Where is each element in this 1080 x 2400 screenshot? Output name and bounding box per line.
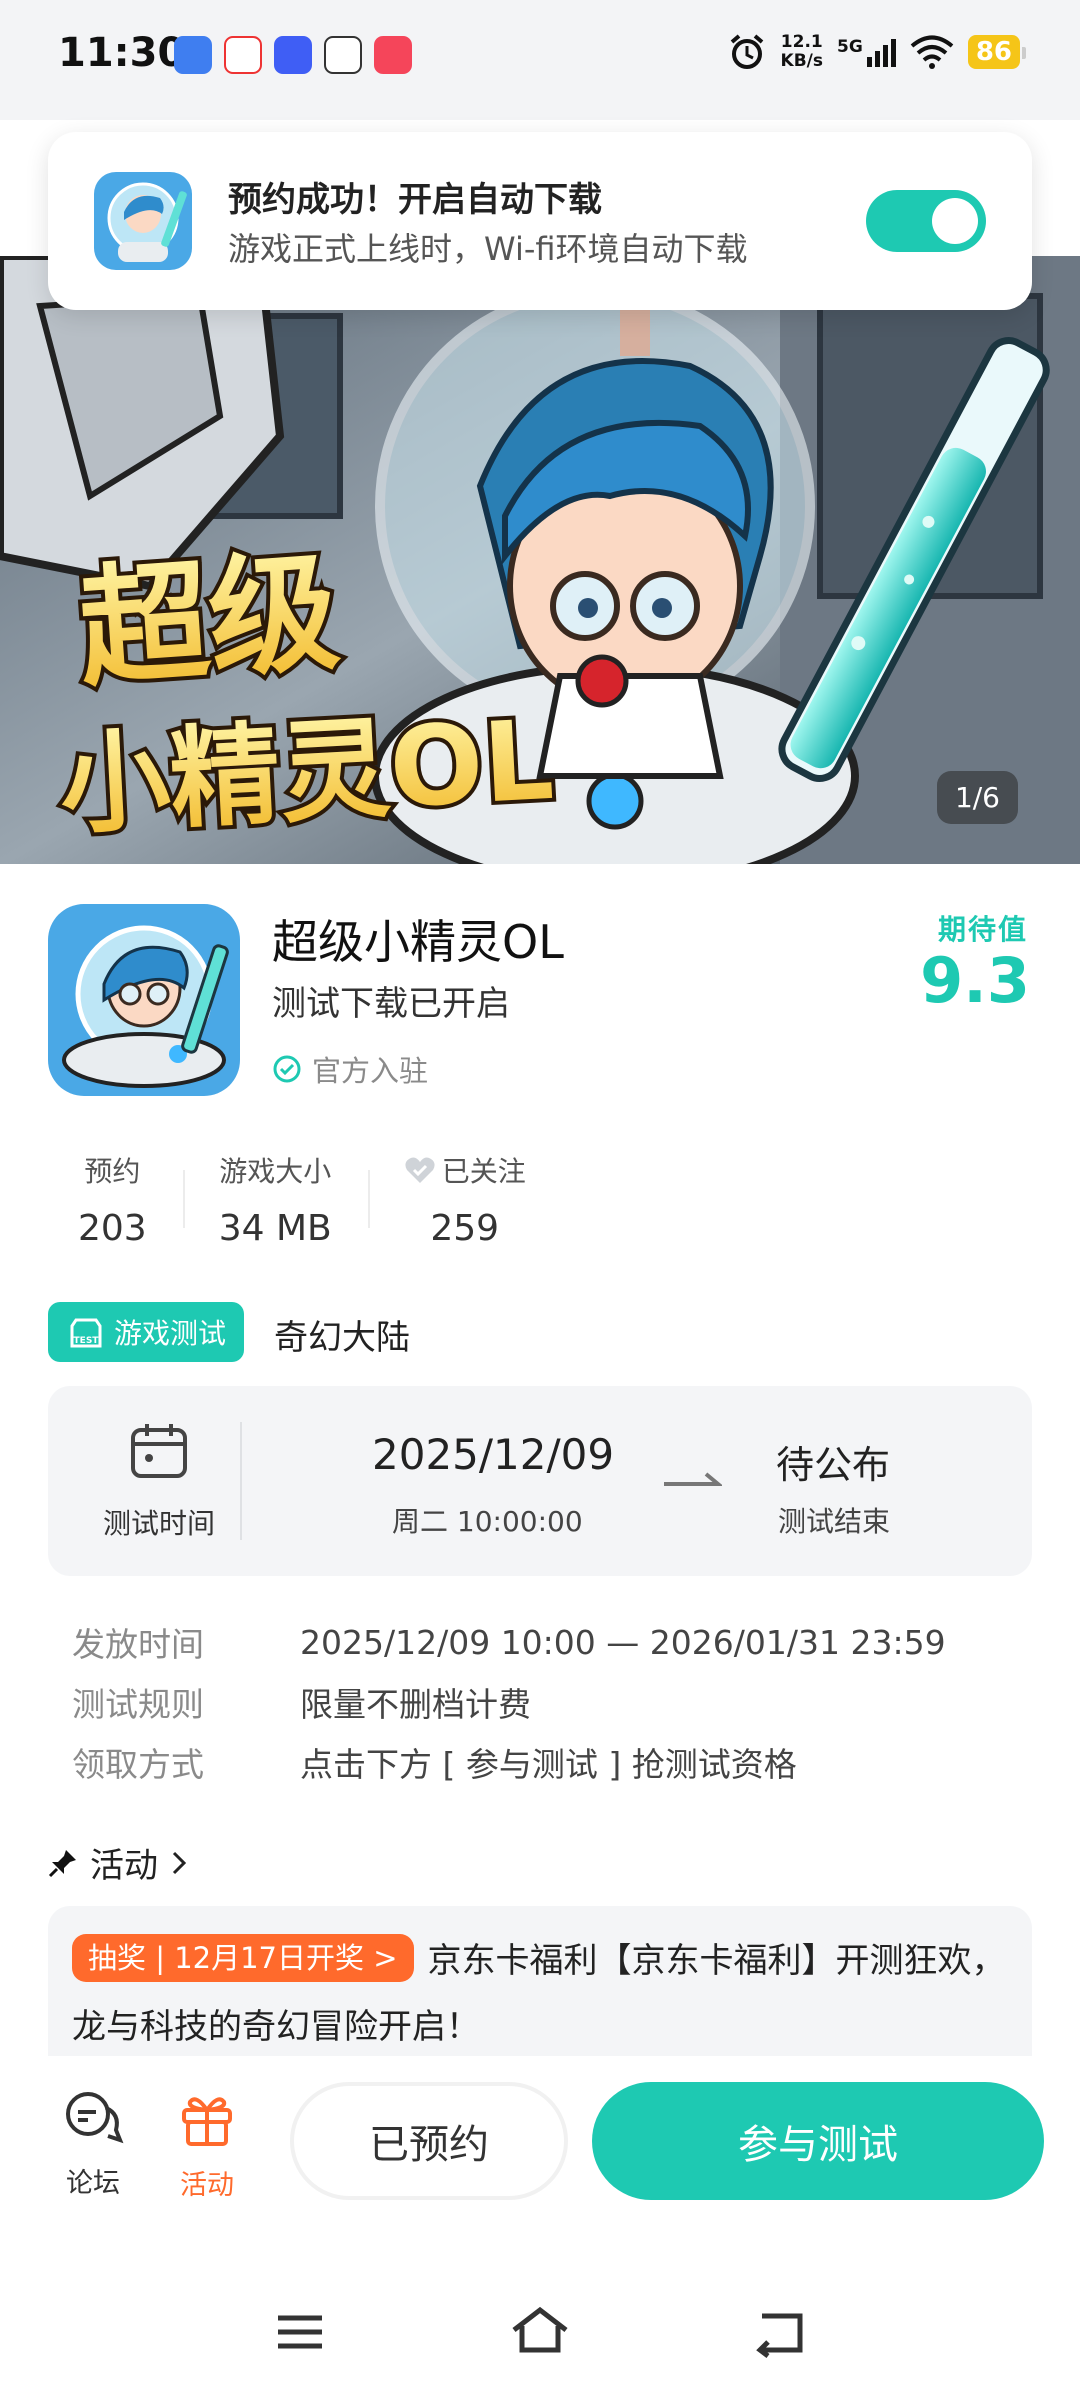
game-test-tag: TEST 游戏测试 <box>48 1302 245 1362</box>
join-test-button[interactable]: 参与测试 <box>592 2082 1044 2200</box>
toggle-knob <box>932 198 978 244</box>
network-type: 5G <box>837 37 863 57</box>
home-icon[interactable] <box>508 2304 572 2356</box>
notification-subtitle: 游戏正式上线时，Wi-fi环境自动下载 <box>228 230 748 268</box>
test-start-date: 2025/12/09 <box>372 1430 615 1479</box>
menu-icon[interactable] <box>272 2310 328 2354</box>
activity-heading: 活动 <box>90 1846 158 1886</box>
status-bar: 11:30 12.1 KB/s 5G 86 <box>0 0 1080 120</box>
status-indicators: 12.1 KB/s 5G 86 <box>727 32 1027 72</box>
stat-label-followed: 已关注 <box>404 1150 526 1190</box>
banner-page-counter: 1/6 <box>936 771 1018 824</box>
test-badge-icon-text: TEST <box>74 1336 100 1346</box>
weibo-app-icon <box>224 36 262 74</box>
detail-row-test-rules: 测试规则 限量不删档计费 <box>72 1672 946 1732</box>
stat-value: 34 MB <box>218 1208 332 1249</box>
forum-icon <box>66 2092 124 2144</box>
detail-row-claim-method: 领取方式 点击下方 [ 参与测试 ] 抢测试资格 <box>72 1732 946 1792</box>
battery-indicator: 86 <box>967 35 1027 69</box>
back-icon[interactable] <box>752 2310 808 2358</box>
test-end-label: 测试结束 <box>778 1505 891 1538</box>
test-schedule-card: 测试时间 2025/12/09 周二 10:00:00 待公布 测试结束 <box>48 1386 1032 1576</box>
status-time: 11:30 <box>58 30 186 76</box>
forum-label: 论坛 <box>66 2168 120 2199</box>
detail-row-release-time: 发放时间 2025/12/09 10:00 — 2026/01/31 23:59 <box>72 1612 946 1672</box>
stat-reservations: 预约 203 <box>48 1150 183 1249</box>
stat-game-size: 游戏大小 34 MB <box>182 1150 368 1249</box>
official-badge: 官方入驻 <box>272 1048 428 1090</box>
stat-label: 游戏大小 <box>219 1155 332 1188</box>
net-speed: 12.1 KB/s <box>781 33 823 71</box>
browser-app-icon <box>174 36 212 74</box>
forum-tab[interactable]: 论坛 <box>48 2090 138 2200</box>
detail-key: 领取方式 <box>72 1745 204 1784</box>
official-label: 官方入驻 <box>312 1054 429 1088</box>
test-details: 发放时间 2025/12/09 10:00 — 2026/01/31 23:59… <box>72 1612 946 1792</box>
net-speed-value: 12.1 <box>780 32 823 52</box>
heart-check-icon <box>405 1157 435 1183</box>
detail-value: 2025/12/09 10:00 — 2026/01/31 23:59 <box>300 1622 946 1662</box>
chevron-right-icon <box>172 1851 187 1874</box>
detail-key: 测试规则 <box>72 1685 204 1724</box>
stat-label: 预约 <box>84 1155 141 1188</box>
net-speed-unit: KB/s <box>780 51 824 71</box>
activity-content: 抽奖 | 12月17日开奖 > 京东卡福利【京东卡福利】开测狂欢，龙与科技的奇幻冒… <box>72 1928 1012 2056</box>
game-banner[interactable]: 超级 小精灵OL 1/6 <box>0 256 1080 864</box>
banner-artwork: 超级 小精灵OL <box>0 256 1080 864</box>
activity-tab-label: 活动 <box>180 2170 234 2201</box>
vivo-app-icon <box>274 36 312 74</box>
notification-game-icon <box>94 172 192 270</box>
activity-card[interactable]: 抽奖 | 12月17日开奖 > 京东卡福利【京东卡福利】开测狂欢，龙与科技的奇幻冒… <box>48 1906 1032 2056</box>
schedule-divider <box>240 1422 242 1540</box>
stat-label-text: 已关注 <box>441 1155 526 1188</box>
reservation-success-notification: 预约成功！开启自动下载 游戏正式上线时，Wi-fi环境自动下载 <box>48 132 1032 310</box>
wifi-icon <box>910 35 954 69</box>
banner-title-line2: 小精灵OL <box>57 696 557 850</box>
expectation-score: 9.3 <box>920 944 1030 1017</box>
game-test-status: 测试下载已开启 <box>272 984 510 1024</box>
verified-check-icon <box>273 1055 301 1083</box>
test-region: 奇幻大陆 <box>274 1318 410 1358</box>
lottery-badge: 抽奖 | 12月17日开奖 > <box>72 1934 414 1982</box>
stat-followers[interactable]: 已关注 259 <box>367 1150 562 1249</box>
test-end-state: 待公布 <box>776 1443 891 1487</box>
signal-bars-icon <box>866 39 896 67</box>
calendar-icon <box>131 1424 187 1478</box>
activity-tab[interactable]: 活动 <box>162 2090 252 2202</box>
gift-icon <box>182 2097 232 2146</box>
activity-section-header[interactable]: 活动 <box>48 1838 188 1887</box>
game-name: 超级小精灵OL <box>272 915 564 969</box>
banner-title-line1: 超级 <box>74 535 344 705</box>
detail-value: 限量不删档计费 <box>300 1685 531 1724</box>
detail-value: 点击下方 [ 参与测试 ] 抢测试资格 <box>300 1745 797 1784</box>
test-time-block: 测试时间 <box>84 1422 234 1542</box>
sync-app-icon <box>324 36 362 74</box>
reserved-button[interactable]: 已预约 <box>290 2082 568 2200</box>
alarm-icon <box>730 34 763 69</box>
bottom-action-bar: 论坛 活动 已预约 参与测试 <box>0 2060 1080 2400</box>
test-badge-icon: TEST <box>70 1318 102 1348</box>
pin-icon <box>48 1849 76 1877</box>
video-app-icon <box>374 36 412 74</box>
cellular-signal: 5G <box>837 37 896 67</box>
test-tag-label: 游戏测试 <box>114 1317 227 1350</box>
stat-value: 259 <box>430 1208 500 1249</box>
notification-title: 预约成功！开启自动下载 <box>228 180 602 220</box>
test-time-label: 测试时间 <box>102 1507 215 1540</box>
stat-value: 203 <box>78 1208 147 1249</box>
expectation-label: 期待值 <box>937 913 1028 946</box>
notification-app-icons <box>174 36 412 74</box>
detail-key: 发放时间 <box>72 1625 204 1664</box>
test-start-time: 周二 10:00:00 <box>392 1505 583 1538</box>
arrow-right-icon <box>664 1472 722 1486</box>
game-stats: 预约 203 游戏大小 34 MB 已关注 259 <box>48 1150 562 1249</box>
game-icon <box>48 904 240 1096</box>
auto-download-toggle[interactable] <box>866 190 986 252</box>
